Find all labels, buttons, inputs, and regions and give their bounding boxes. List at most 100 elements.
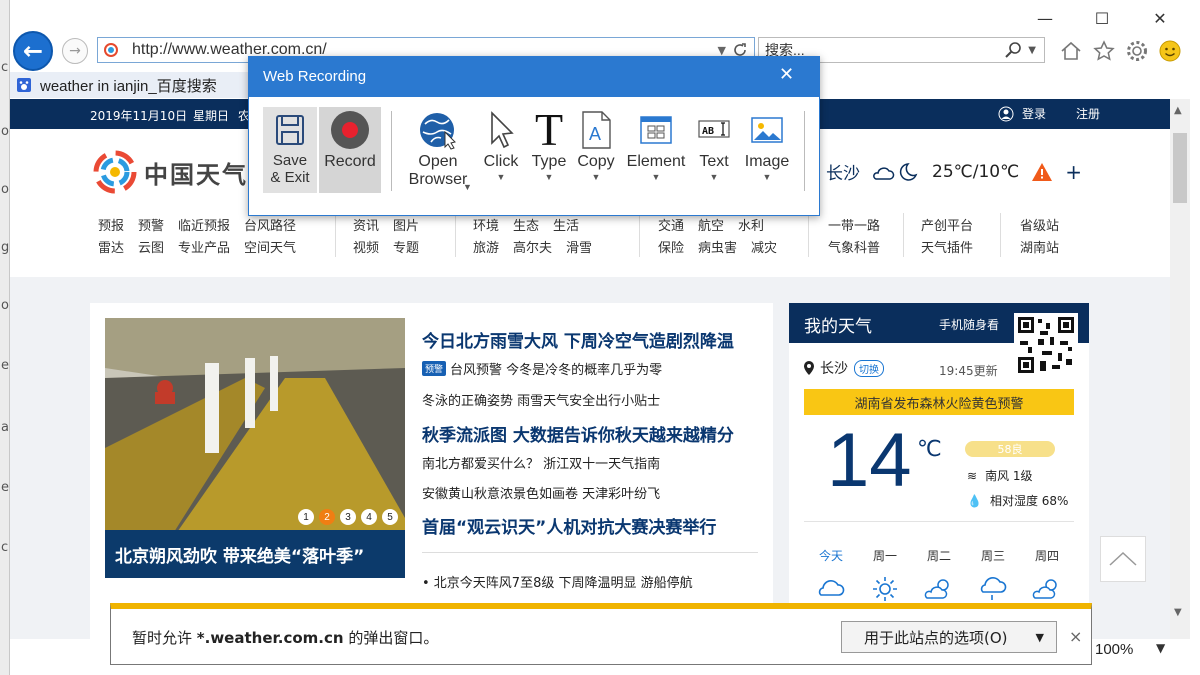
- nav-link[interactable]: 天气插件: [921, 237, 973, 256]
- site-options-button[interactable]: 用于此站点的选项(O) ▼: [841, 621, 1057, 653]
- favorites-star-icon[interactable]: [1091, 38, 1117, 64]
- nav-link[interactable]: 图片: [393, 215, 419, 234]
- tab-active[interactable]: weather in ianjin_百度搜索: [10, 72, 250, 98]
- back-to-top-button[interactable]: [1100, 536, 1146, 582]
- day-tab[interactable]: 周三: [966, 547, 1020, 564]
- click-button[interactable]: Click ▼: [479, 109, 523, 182]
- slider-dot[interactable]: 5: [382, 509, 398, 525]
- click-dropdown-icon[interactable]: ▼: [497, 172, 506, 183]
- text-dropdown-icon[interactable]: ▼: [710, 172, 719, 183]
- nav-link[interactable]: 产创平台: [921, 215, 973, 234]
- nav-link[interactable]: 病虫害: [698, 237, 737, 256]
- scroll-up-icon[interactable]: ▲: [1174, 105, 1182, 116]
- switch-city-button[interactable]: 切换: [854, 359, 884, 377]
- dialog-titlebar[interactable]: Web Recording ✕: [249, 57, 819, 97]
- image-dropdown-icon[interactable]: ▼: [763, 172, 772, 183]
- nav-link[interactable]: 空间天气: [244, 237, 296, 256]
- nav-link[interactable]: 预报: [98, 215, 124, 234]
- copy-button[interactable]: A Copy ▼: [574, 109, 618, 182]
- dialog-close-icon[interactable]: ✕: [779, 64, 794, 85]
- type-button[interactable]: T Type ▼: [527, 107, 571, 183]
- nav-link[interactable]: 滑雪: [566, 237, 592, 256]
- nav-link[interactable]: 省级站: [1020, 215, 1059, 234]
- type-dropdown-icon[interactable]: ▼: [545, 172, 554, 183]
- nav-link[interactable]: 气象科普: [828, 237, 880, 256]
- smiley-feedback-icon[interactable]: [1157, 38, 1183, 64]
- slider-dot[interactable]: 4: [361, 509, 377, 525]
- nav-link[interactable]: 交通: [658, 215, 684, 234]
- news-link[interactable]: 预警 台风预警 今冬是冷冬的概率几乎为零: [422, 359, 662, 378]
- nav-link[interactable]: 湖南站: [1020, 237, 1059, 256]
- aqi-badge[interactable]: 58良: [965, 441, 1055, 457]
- element-button[interactable]: Element ▼: [626, 109, 686, 182]
- zoom-level[interactable]: 100%: [1095, 641, 1133, 658]
- nav-link[interactable]: 专题: [393, 237, 419, 256]
- record-button[interactable]: Record: [321, 109, 379, 171]
- text-button[interactable]: AB Text ▼: [692, 109, 736, 182]
- nav-link[interactable]: 减灾: [751, 237, 777, 256]
- open-browser-button[interactable]: Open Browser ▼: [399, 109, 477, 192]
- nav-link[interactable]: 专业产品: [178, 237, 230, 256]
- nav-link[interactable]: 台风路径: [244, 215, 296, 234]
- nav-link[interactable]: 生态: [513, 215, 539, 234]
- nav-link[interactable]: 资讯: [353, 215, 379, 234]
- news-link[interactable]: 南北方都爱买什么？ 浙江双十一天气指南: [422, 453, 660, 472]
- nav-link[interactable]: 临近预报: [178, 215, 230, 234]
- mobile-link[interactable]: 手机随身看: [939, 316, 999, 333]
- nav-link[interactable]: 水利: [738, 215, 764, 234]
- fire-alert-banner[interactable]: 湖南省发布森林火险黄色预警: [804, 389, 1074, 415]
- forward-arrow-icon[interactable]: →: [62, 38, 88, 64]
- warning-triangle-icon[interactable]: [1031, 162, 1053, 182]
- nav-link[interactable]: 高尔夫: [513, 237, 552, 256]
- header-location[interactable]: 长沙 25℃/10℃ +: [826, 159, 1082, 185]
- header-city[interactable]: 长沙: [826, 159, 860, 184]
- search-dropdown-icon[interactable]: ▼: [1028, 45, 1036, 56]
- element-dropdown-icon[interactable]: ▼: [652, 172, 661, 183]
- news-link[interactable]: 冬泳的正确姿势 雨雪天气安全出行小贴士: [422, 390, 660, 409]
- slider-dot[interactable]: 3: [340, 509, 356, 525]
- minimize-icon[interactable]: —: [1025, 6, 1065, 30]
- nav-link[interactable]: 视频: [353, 237, 379, 256]
- login-link[interactable]: 登录: [1022, 105, 1046, 122]
- headline-link[interactable]: 首届“观云识天”人机对抗大赛决赛举行: [422, 513, 716, 538]
- day-tab[interactable]: 周二: [912, 547, 966, 564]
- site-logo[interactable]: 中国天气: [92, 149, 248, 195]
- news-link-text[interactable]: 台风预警 今冬是冷冬的概率几乎为零: [450, 359, 662, 378]
- nav-link[interactable]: 航空: [698, 215, 724, 234]
- image-button[interactable]: Image ▼: [742, 109, 792, 182]
- zoom-dropdown-icon[interactable]: ▼: [1156, 641, 1165, 655]
- headline-link[interactable]: 今日北方雨雪大风 下周冷空气造剧烈降温: [422, 327, 734, 352]
- notification-close-icon[interactable]: ×: [1069, 627, 1082, 646]
- slider-dot[interactable]: 1: [298, 509, 314, 525]
- add-city-icon[interactable]: +: [1065, 160, 1082, 184]
- register-link[interactable]: 注册: [1076, 105, 1100, 122]
- nav-link[interactable]: 旅游: [473, 237, 499, 256]
- save-exit-button[interactable]: Save & Exit: [265, 109, 315, 186]
- news-link[interactable]: • 北京今天阵风7至8级 下周降温明显 游船停航: [422, 572, 693, 591]
- back-arrow-icon[interactable]: ←: [13, 31, 53, 71]
- search-icon[interactable]: [1004, 41, 1022, 59]
- scroll-down-icon[interactable]: ▼: [1174, 607, 1182, 618]
- nav-link[interactable]: 保险: [658, 237, 684, 256]
- nav-link[interactable]: 云图: [138, 237, 164, 256]
- address-dropdown-icon[interactable]: ▼: [718, 44, 726, 57]
- open-browser-dropdown-icon[interactable]: ▼: [463, 182, 472, 193]
- vertical-scrollbar[interactable]: ▲ ▼: [1170, 99, 1190, 639]
- nav-link[interactable]: 预警: [138, 215, 164, 234]
- headline-link[interactable]: 秋季流派图 大数据告诉你秋天越来越精分: [422, 421, 734, 446]
- maximize-icon[interactable]: ☐: [1082, 6, 1122, 30]
- nav-link[interactable]: 环境: [473, 215, 499, 234]
- nav-link[interactable]: 生活: [553, 215, 579, 234]
- day-tab[interactable]: 周四: [1020, 547, 1074, 564]
- close-window-icon[interactable]: ✕: [1140, 6, 1180, 30]
- copy-dropdown-icon[interactable]: ▼: [592, 172, 601, 183]
- day-tab[interactable]: 今天: [804, 547, 858, 564]
- photo-caption[interactable]: 北京朔风劲吹 带来绝美“落叶季”: [105, 530, 405, 578]
- day-tab[interactable]: 周一: [858, 547, 912, 564]
- nav-link[interactable]: 一带一路: [828, 215, 880, 234]
- scrollbar-thumb[interactable]: [1173, 133, 1187, 203]
- slider-dot[interactable]: 2: [319, 509, 335, 525]
- nav-link[interactable]: 雷达: [98, 237, 124, 256]
- home-icon[interactable]: [1058, 38, 1084, 64]
- settings-gear-icon[interactable]: [1124, 38, 1150, 64]
